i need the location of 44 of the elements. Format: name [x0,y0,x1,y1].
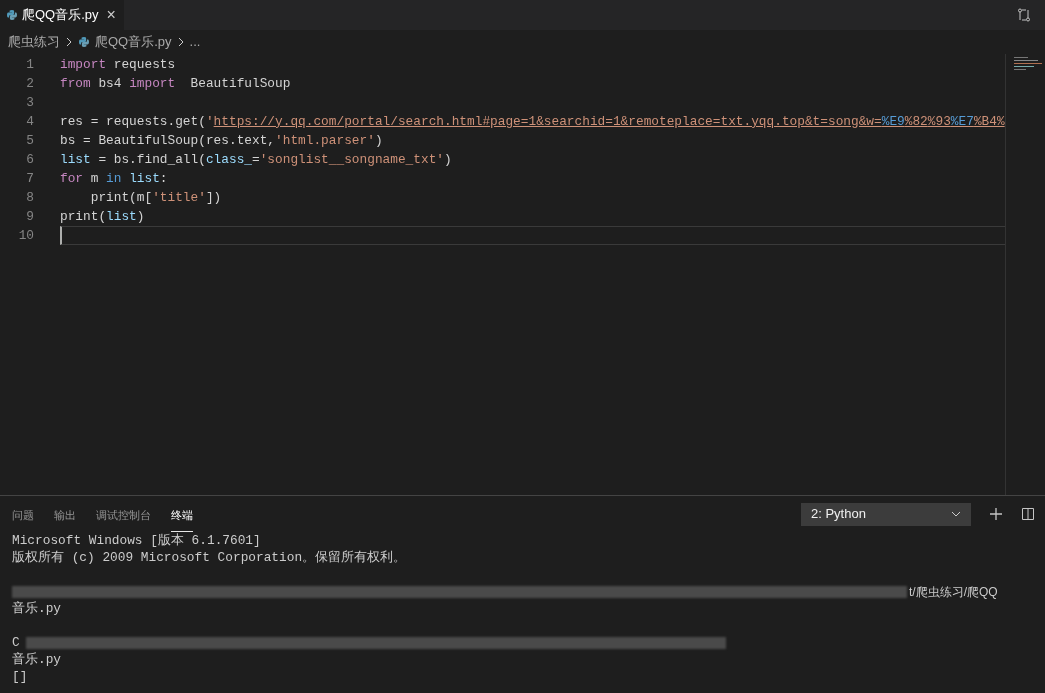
line-number: 2 [25,74,34,93]
line-number: 6 [25,150,34,169]
editor-tab[interactable]: 爬QQ音乐.py × [0,0,124,30]
breadcrumb-more[interactable]: ... [189,32,201,52]
terminal-select[interactable]: 2: Python [801,502,971,526]
terminal-line: 版权所有 (c) 2009 Microsoft Corporation。保留所有权利。 [12,548,407,567]
line-number: 5 [25,131,34,150]
panel-tab[interactable]: 终端 [171,496,193,532]
terminal-line: 音乐.py [12,650,62,669]
terminal-line: Microsoft Windows [版本 6.1.7601] [12,531,261,550]
terminal-line: C [12,633,20,652]
code-line: print(m['title']) [89,188,223,207]
code-line: from bs4 import BeautifulSoup [60,74,292,93]
split-icon[interactable] [1021,507,1035,521]
chevron-right-icon [176,37,185,47]
panel-tab[interactable]: 输出 [54,496,76,532]
code-line: bs = BeautifulSoup(res.text,'html.parser') [60,131,384,150]
plus-icon[interactable] [989,507,1003,521]
code-line: import requests [60,55,177,74]
code-line: res = requests.get('https://y.qq.com/portal/search.html#page=1&searchid=1&remoteplace=txt.yqq.top&t=song&w=%E9%82%93%E7%B4% [60,112,1005,131]
code-line: print(list) [60,207,146,226]
line-number: 1 [25,55,34,74]
chevron-down-icon [951,511,961,517]
tab-title: 爬QQ音乐.py [22,6,99,25]
panel-tab[interactable]: 调试控制台 [96,496,151,532]
compare-changes-icon[interactable] [1017,8,1031,22]
line-number: 9 [25,207,34,226]
python-file-icon [6,9,18,21]
terminal-line: t/爬虫练习/爬QQ [909,583,998,601]
chevron-right-icon [65,37,73,47]
line-number: 8 [25,188,34,207]
terminal-line: [] [12,667,28,686]
breadcrumb-file[interactable]: 爬QQ音乐.py [95,32,172,52]
line-number: 4 [25,112,34,131]
close-button[interactable]: × [106,7,116,23]
panel-tab[interactable]: 问题 [12,496,34,532]
breadcrumb-folder[interactable]: 爬虫练习 [8,32,60,52]
line-number: 10 [17,226,34,245]
code-line: list = bs.find_all(class_='songlist__songname_txt') [60,150,453,169]
terminal-line: 音乐.py [12,599,62,618]
line-number: 3 [25,93,34,112]
code-line: for m in list: [60,169,169,188]
line-number: 7 [25,169,34,188]
python-file-icon [78,36,90,48]
